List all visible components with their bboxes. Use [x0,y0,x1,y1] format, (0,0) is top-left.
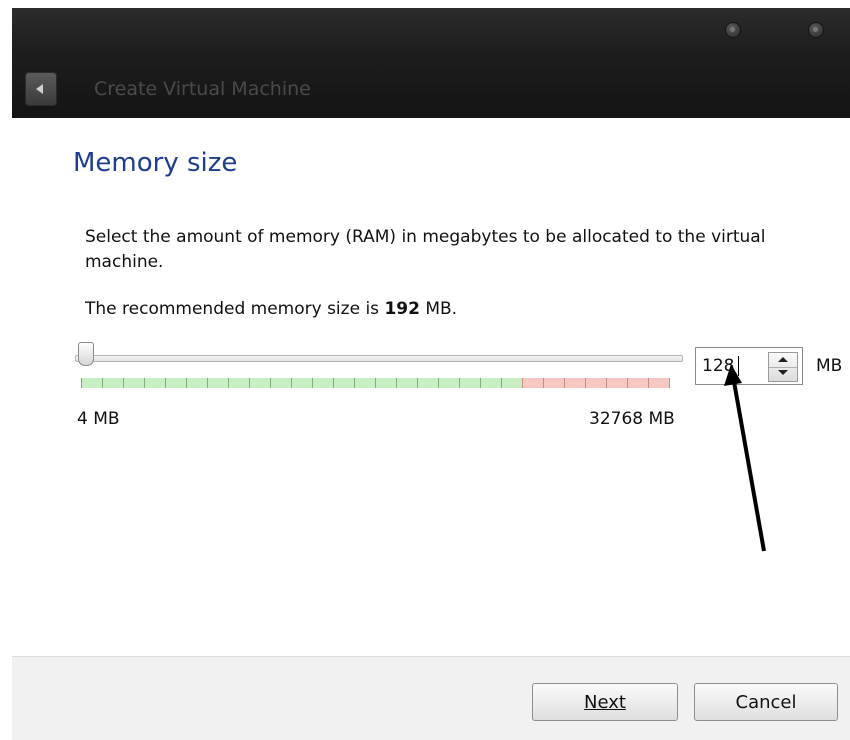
page-title: Memory size [73,148,238,178]
memory-spinbox[interactable] [695,347,803,385]
next-button[interactable]: Next [532,683,678,721]
window-title: Create Virtual Machine [94,78,311,100]
slider-max-label: 32768 MB [589,409,675,429]
next-button-label: Next [584,691,626,713]
button-bar: Next Cancel [12,656,850,740]
back-button[interactable] [25,72,57,106]
spin-buttons[interactable] [768,352,798,382]
cancel-button-label: Cancel [735,691,797,713]
cancel-button[interactable]: Cancel [694,683,838,721]
memory-unit-label: MB [816,356,843,376]
unsafe-memory-range [522,378,670,388]
spin-up-icon[interactable] [769,353,797,368]
memory-description: Select the amount of memory (RAM) in meg… [85,227,766,272]
slider-min-label: 4 MB [77,409,120,429]
back-arrow-icon [36,84,43,94]
safe-memory-range [81,378,522,388]
slider-track[interactable] [75,355,683,362]
title-bar: Create Virtual Machine [12,8,850,118]
recommend-suffix: MB. [419,299,458,319]
recommended-memory-text: The recommended memory size is 192 MB. [85,299,457,319]
text-cursor [738,356,739,376]
slider-handle[interactable] [78,342,94,366]
spin-down-icon[interactable] [769,367,797,381]
recommended-memory-value: 192 [384,299,420,319]
memory-size-input[interactable] [696,348,772,384]
close-icon[interactable] [808,22,824,38]
recommend-prefix: The recommended memory size is [85,299,385,319]
memory-slider[interactable] [75,342,691,392]
minimize-icon[interactable] [725,22,741,38]
create-vm-window: Create Virtual Machine Memory size Selec… [12,8,850,740]
